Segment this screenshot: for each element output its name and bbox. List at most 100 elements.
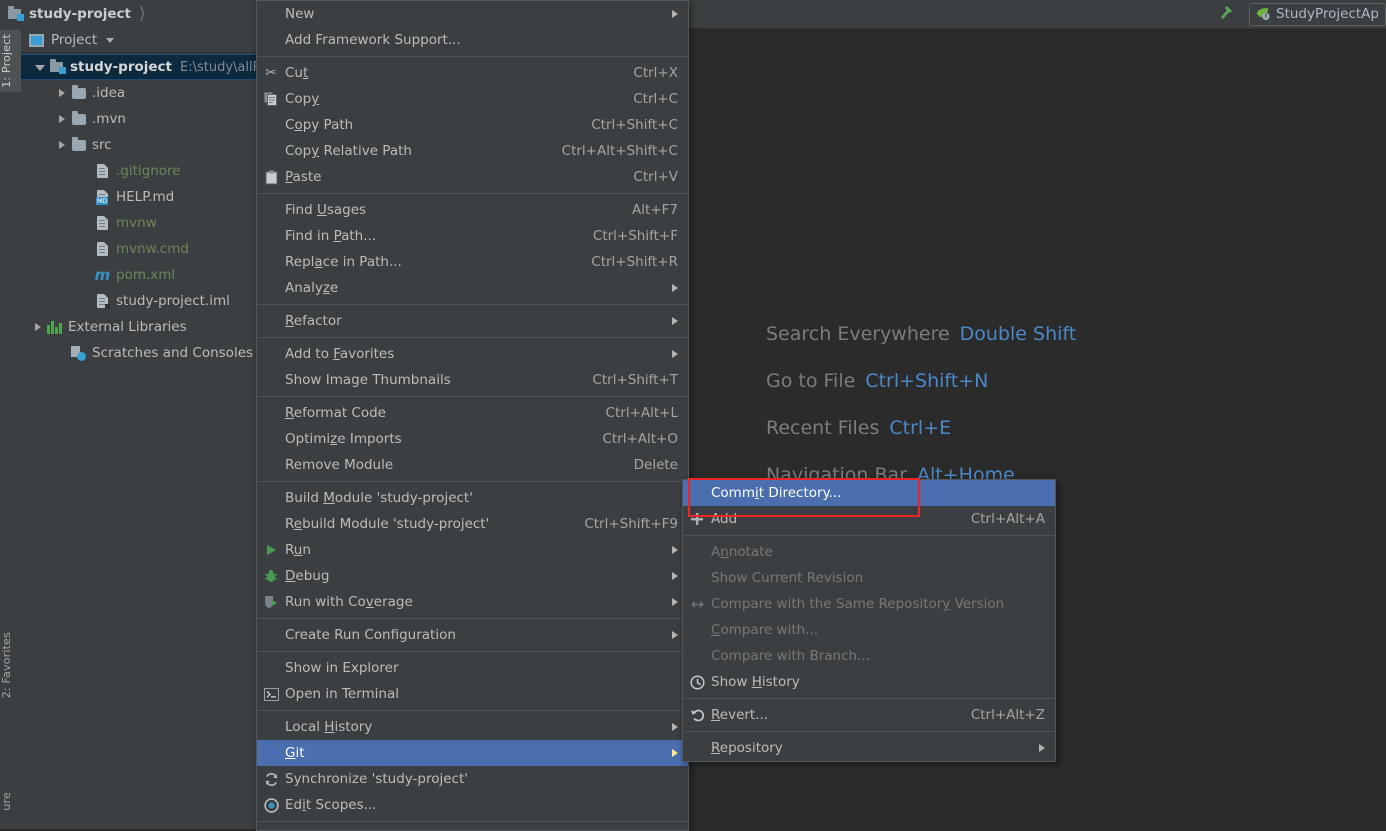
menu-item-remove-module[interactable]: Remove Module Delete [257,452,688,478]
project-tool-window-header[interactable]: Project [21,28,256,53]
project-tree-item[interactable]: MD HELP.md [21,184,256,210]
project-tree-item[interactable]: Scratches and Consoles [21,340,256,366]
menu-item-rebuild-module-study-project[interactable]: Rebuild Module 'study-project' Ctrl+Shift… [257,511,688,537]
chevron-down-icon[interactable] [106,37,115,43]
menu-item-find-usages[interactable]: Find Usages Alt+F7 [257,197,688,223]
project-tree-item-label: study-project.iml [116,293,230,309]
menu-item-create-run-configuration[interactable]: Create Run Configuration [257,622,688,648]
menu-item-label: Edit Scopes... [285,797,377,813]
module-folder-icon [8,6,24,21]
editor-hint-row: Recent Files Ctrl+E [766,417,1196,439]
menu-item-show-in-explorer[interactable]: Show in Explorer [257,655,688,681]
stripe-button-structure[interactable]: ure [0,788,21,815]
menu-separator [257,481,688,482]
menu-item-paste[interactable]: Paste Ctrl+V [257,164,688,190]
stripe-button-project[interactable]: 1: Project [0,30,21,92]
project-tree-item[interactable]: .idea [21,80,256,106]
menu-item-show-image-thumbnails[interactable]: Show Image Thumbnails Ctrl+Shift+T [257,367,688,393]
menu-item-find-in-path[interactable]: Find in Path... Ctrl+Shift+F [257,223,688,249]
menu-item-run-with-coverage[interactable]: Run with Coverage [257,589,688,615]
project-tree-item[interactable]: study-project.iml [21,288,256,314]
menu-item-compare-with: Compare with... [683,617,1055,643]
submenu-arrow-icon [1039,744,1045,752]
menu-item-label: Commit Directory... [711,485,842,501]
menu-item-shortcut: Ctrl+Alt+A [970,511,1045,527]
menu-item-repository[interactable]: Repository [683,735,1055,761]
menu-item-shortcut: Ctrl+Shift+F9 [584,516,678,532]
menu-item-add[interactable]: Add Ctrl+Alt+A [683,506,1055,532]
chevron-right-icon[interactable] [59,89,65,97]
menu-item-run[interactable]: Run [257,537,688,563]
project-tree-item-label: .mvn [92,111,126,127]
menu-item-label: Local History [285,719,373,735]
markdown-file-icon: MD [94,190,111,205]
project-tree-item-label: study-project [70,59,173,75]
menu-item-shortcut: Alt+F7 [632,202,678,218]
menu-item-replace-in-path[interactable]: Replace in Path... Ctrl+Shift+R [257,249,688,275]
menu-item-copy-path[interactable]: Copy Path Ctrl+Shift+C [257,112,688,138]
project-tree-item-label: src [92,137,112,153]
chevron-right-icon[interactable] [35,323,41,331]
terminal-icon [257,687,285,701]
chevron-right-icon[interactable] [59,141,65,149]
project-tree-item-label: HELP.md [116,189,175,205]
run-configuration-selector[interactable]: StudyProjectAp [1249,2,1386,26]
project-tree-item[interactable]: External Libraries [21,314,256,340]
menu-item-reformat-code[interactable]: Reformat Code Ctrl+Alt+L [257,400,688,426]
menu-item-add-framework-support[interactable]: Add Framework Support... [257,27,688,53]
breadcrumb[interactable]: study-project ⟩ [0,0,146,28]
project-tree-item-label: Scratches and Consoles [92,345,254,361]
menu-item-revert[interactable]: Revert... Ctrl+Alt+Z [683,702,1055,728]
project-tree-item[interactable]: mvnw.cmd [21,236,256,262]
stripe-button-favorites[interactable]: 2: Favorites [0,628,21,702]
project-tree-item[interactable]: mvnw [21,210,256,236]
menu-item-label: Analyze [285,280,339,296]
paste-icon [257,170,285,185]
left-tool-window-stripe: 1: Project 2: Favorites ure [0,28,22,829]
menu-item-shortcut: Delete [633,457,678,473]
menu-item-git[interactable]: Git [257,740,688,766]
project-tool-window-title: Project [51,32,98,48]
project-tree-item[interactable]: m pom.xml [21,262,256,288]
menu-item-show-history[interactable]: Show History [683,669,1055,695]
iml-file-icon [94,294,111,309]
menu-item-synchronize-study-project[interactable]: Synchronize 'study-project' [257,766,688,792]
menu-separator [257,304,688,305]
submenu-arrow-icon [672,631,678,639]
menu-item-shortcut: Ctrl+X [633,65,678,81]
menu-item-directory-path[interactable]: Directory PathCtrl+Alt+F12 [257,825,688,830]
menu-item-edit-scopes[interactable]: Edit Scopes... [257,792,688,818]
project-tree-item[interactable]: src [21,132,256,158]
menu-item-analyze[interactable]: Analyze [257,275,688,301]
project-tree-item[interactable]: study-project E:\study\allP [21,54,260,80]
hammer-build-icon[interactable] [1213,3,1239,25]
chevron-down-icon[interactable] [35,65,45,71]
menu-item-label: Synchronize 'study-project' [285,771,468,787]
menu-item-add-to-favorites[interactable]: Add to Favorites [257,341,688,367]
menu-item-refactor[interactable]: Refactor [257,308,688,334]
menu-item-commit-directory[interactable]: Commit Directory... [683,480,1055,506]
project-tree-item-label: External Libraries [68,319,187,335]
copy-icon [257,92,285,106]
menu-item-copy[interactable]: Copy Ctrl+C [257,86,688,112]
run-configuration-label: StudyProjectAp [1276,6,1379,22]
menu-separator [257,710,688,711]
menu-item-debug[interactable]: Debug [257,563,688,589]
menu-item-optimize-imports[interactable]: Optimize Imports Ctrl+Alt+O [257,426,688,452]
menu-item-build-module-study-project[interactable]: Build Module 'study-project' [257,485,688,511]
project-tree-item[interactable]: .gitignore [21,158,256,184]
project-tree-item[interactable]: .mvn [21,106,256,132]
menu-item-local-history[interactable]: Local History [257,714,688,740]
menu-item-shortcut: Ctrl+Alt+L [605,405,678,421]
file-icon [94,164,111,178]
chevron-right-icon[interactable] [59,115,65,123]
menu-item-open-in-terminal[interactable]: Open in Terminal [257,681,688,707]
menu-item-cut[interactable]: ✂ Cut Ctrl+X [257,60,688,86]
menu-item-new[interactable]: New [257,1,688,27]
menu-separator [683,698,1055,699]
folder-icon [70,84,87,99]
menu-item-label: Copy [285,91,320,107]
hammer-icon-svg [1221,6,1233,19]
menu-item-copy-relative-path[interactable]: Copy Relative Path Ctrl+Alt+Shift+C [257,138,688,164]
editor-hint-shortcut: Ctrl+Shift+N [865,370,989,392]
